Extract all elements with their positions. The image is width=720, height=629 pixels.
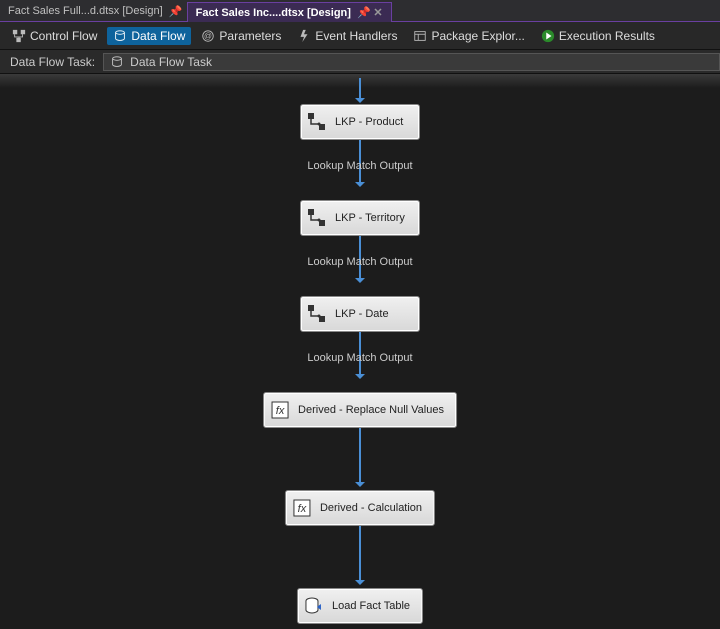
nav-label: Execution Results [559,29,655,43]
node-lkp-territory[interactable]: LKP - Territory [300,200,420,236]
tab-label: Fact Sales Full...d.dtsx [Design] [8,5,163,17]
derived-column-icon: fx [270,400,290,420]
data-flow-icon [113,29,127,43]
close-icon[interactable]: ✕ [373,6,383,19]
tab-label: Fact Sales Inc....dtsx [Design] [196,7,351,19]
task-selector[interactable]: Data Flow Task [103,53,720,71]
lookup-icon [307,112,327,132]
node-label: Load Fact Table [332,600,410,612]
nav-label: Event Handlers [315,29,397,43]
nav-event-handlers[interactable]: Event Handlers [291,27,403,45]
node-label: LKP - Territory [335,212,405,224]
control-flow-icon [12,29,26,43]
node-label: Derived - Calculation [320,502,422,514]
nav-parameters[interactable]: @ Parameters [195,27,287,45]
node-label: LKP - Date [335,308,389,320]
lookup-icon [307,208,327,228]
package-explorer-icon [413,29,427,43]
pin-icon[interactable]: 📌 [357,6,367,19]
node-label: LKP - Product [335,116,403,128]
task-selector-value: Data Flow Task [130,55,212,69]
derived-column-icon: fx [292,498,312,518]
svg-text:fx: fx [298,503,307,515]
node-lkp-date[interactable]: LKP - Date [300,296,420,332]
edge-label: Lookup Match Output [307,256,412,268]
edge-label: Lookup Match Output [307,160,412,172]
event-handlers-icon [297,29,311,43]
node-derived-replace-null[interactable]: fx Derived - Replace Null Values [263,392,457,428]
breadcrumb-label: Data Flow Task: [10,55,95,69]
design-canvas[interactable]: LKP - Product Lookup Match Output LKP - … [0,74,720,629]
tab-strip: Fact Sales Full...d.dtsx [Design] 📌 Fact… [0,0,720,22]
node-label: Derived - Replace Null Values [298,404,444,416]
lookup-icon [307,304,327,324]
nav-label: Data Flow [131,29,185,43]
play-icon [541,29,555,43]
svg-text:fx: fx [276,405,285,417]
node-lkp-product[interactable]: LKP - Product [300,104,420,140]
edge-label: Lookup Match Output [307,352,412,364]
data-flow-task-icon [110,55,124,69]
flow-arrow [359,78,361,102]
nav-data-flow[interactable]: Data Flow [107,27,191,45]
tab-fact-sales-full[interactable]: Fact Sales Full...d.dtsx [Design] 📌 [0,1,187,21]
breadcrumb-bar: Data Flow Task: Data Flow Task [0,50,720,74]
nav-control-flow[interactable]: Control Flow [6,27,103,45]
pin-icon[interactable]: 📌 [169,5,179,18]
nav-execution-results[interactable]: Execution Results [535,27,661,45]
svg-text:@: @ [204,31,212,40]
designer-tabs: Control Flow Data Flow @ Parameters Even… [0,22,720,50]
node-load-fact-table[interactable]: Load Fact Table [297,588,423,624]
node-derived-calculation[interactable]: fx Derived - Calculation [285,490,435,526]
tab-fact-sales-inc[interactable]: Fact Sales Inc....dtsx [Design] 📌 ✕ [187,2,392,22]
destination-icon [304,596,324,616]
nav-label: Parameters [219,29,281,43]
flow-arrow[interactable] [359,526,361,584]
nav-package-explorer[interactable]: Package Explor... [407,27,530,45]
parameters-icon: @ [201,29,215,43]
nav-label: Package Explor... [431,29,524,43]
nav-label: Control Flow [30,29,97,43]
flow-arrow[interactable] [359,428,361,486]
